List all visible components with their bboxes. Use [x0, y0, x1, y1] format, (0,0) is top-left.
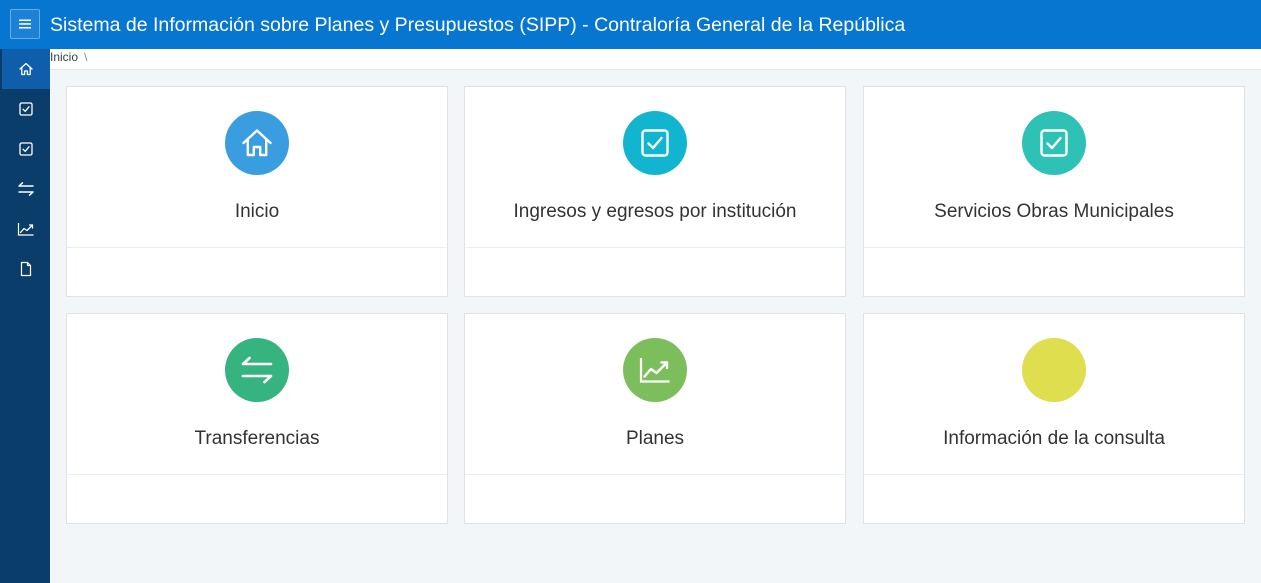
- card-footer: [67, 247, 447, 297]
- transfer-arrows-icon: [18, 182, 34, 196]
- card-title: Información de la consulta: [943, 428, 1165, 449]
- card-icon-circle: [225, 111, 289, 175]
- breadcrumb: Inicio \: [50, 50, 87, 64]
- card-icon-circle: [1022, 338, 1086, 402]
- card-title: Inicio: [234, 201, 280, 222]
- breadcrumb-item-inicio[interactable]: Inicio: [50, 50, 78, 64]
- card-footer: [465, 247, 845, 297]
- card-footer: [465, 474, 845, 524]
- card-footer: [864, 474, 1244, 524]
- home-icon: [19, 62, 33, 76]
- card-icon-circle: [623, 111, 687, 175]
- sidebar-item-home[interactable]: [2, 49, 50, 89]
- card-servicios-obras[interactable]: Servicios Obras Municipales: [863, 86, 1245, 297]
- sidebar-item-ingresos[interactable]: [2, 89, 50, 129]
- card-title: Servicios Obras Municipales: [934, 201, 1174, 222]
- card-inicio[interactable]: Inicio: [66, 86, 448, 297]
- card-ingresos-egresos[interactable]: Ingresos y egresos por institución: [464, 86, 846, 297]
- sidebar-nav: [0, 49, 50, 583]
- card-title: Planes: [625, 428, 685, 449]
- line-chart-icon: [17, 223, 34, 236]
- card-footer: [67, 474, 447, 524]
- card-icon-circle: [623, 338, 687, 402]
- document-icon: [20, 261, 32, 277]
- app-title: Sistema de Información sobre Planes y Pr…: [50, 14, 906, 36]
- line-chart-icon: [639, 358, 670, 383]
- sidebar-item-planes[interactable]: [2, 209, 50, 249]
- checkbox-icon: [1040, 129, 1068, 157]
- card-informacion-consulta[interactable]: Información de la consulta: [863, 313, 1245, 524]
- card-planes[interactable]: Planes: [464, 313, 846, 524]
- card-transferencias[interactable]: Transferencias: [66, 313, 448, 524]
- breadcrumb-separator: \: [84, 50, 88, 64]
- card-icon-circle: [1022, 111, 1086, 175]
- card-icon-circle: [225, 338, 289, 402]
- transfer-arrows-icon: [241, 356, 273, 384]
- sidebar-item-servicios[interactable]: [2, 129, 50, 169]
- sidebar-item-consulta[interactable]: [2, 249, 50, 289]
- checkbox-icon: [641, 129, 669, 157]
- breadcrumb-bar: Inicio \: [50, 49, 1261, 70]
- sidebar-item-transferencias[interactable]: [2, 169, 50, 209]
- home-icon: [242, 129, 272, 157]
- menu-toggle-button[interactable]: [10, 9, 40, 39]
- checkbox-icon: [19, 142, 33, 156]
- card-title: Transferencias: [194, 428, 320, 449]
- card-title: Ingresos y egresos por institución: [513, 201, 797, 222]
- hamburger-icon: [19, 19, 31, 29]
- top-bar: Sistema de Información sobre Planes y Pr…: [0, 0, 1261, 49]
- checkbox-icon: [19, 102, 33, 116]
- card-footer: [864, 247, 1244, 297]
